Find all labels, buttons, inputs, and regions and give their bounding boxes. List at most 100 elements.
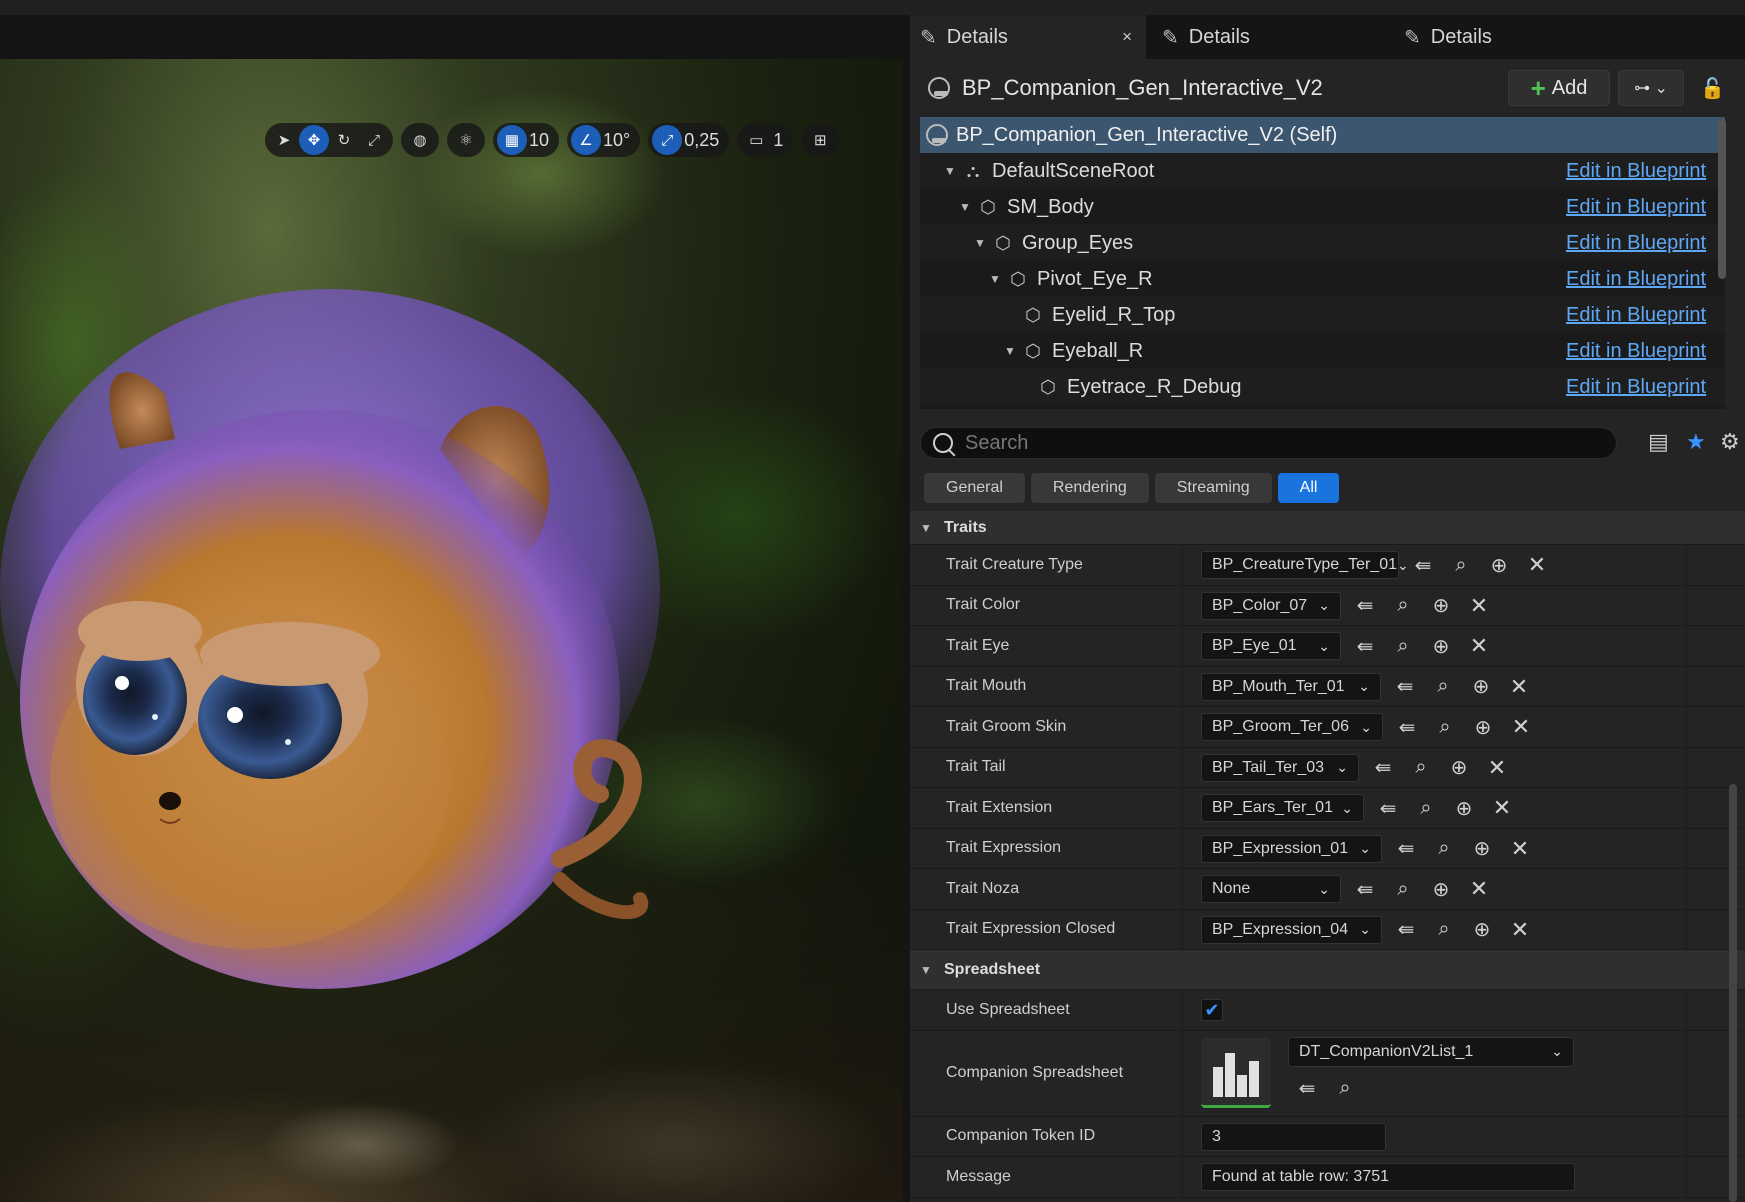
clear-x-icon[interactable]: ✕: [1518, 552, 1556, 578]
clear-x-icon[interactable]: ✕: [1501, 917, 1539, 943]
scale-snap-value[interactable]: 0,25: [682, 130, 725, 151]
translate-icon[interactable]: ✥: [299, 125, 329, 155]
rotation-snap-value[interactable]: 10°: [601, 130, 636, 151]
close-icon[interactable]: ×: [1122, 27, 1132, 47]
browse-asset-icon[interactable]: ⌕: [1384, 594, 1422, 617]
browse-asset-icon[interactable]: ⌕: [1384, 878, 1422, 901]
use-selected-arrow-icon[interactable]: ⇚: [1288, 1076, 1326, 1101]
hierarchy-options-button[interactable]: ⊶ ⌄: [1618, 70, 1684, 106]
browse-asset-icon[interactable]: ⌕: [1384, 635, 1422, 658]
filter-rendering[interactable]: Rendering: [1030, 473, 1149, 503]
scale-snap-icon[interactable]: ⤢: [652, 125, 683, 155]
tab-details-1[interactable]: ✎ Details ×: [910, 15, 1146, 59]
world-globe-icon[interactable]: ◍: [405, 125, 435, 155]
add-circle-icon[interactable]: ⊕: [1463, 917, 1501, 942]
clear-x-icon[interactable]: ✕: [1460, 633, 1498, 659]
edit-in-blueprint-link[interactable]: Edit in Blueprint: [1566, 232, 1706, 255]
browse-asset-icon[interactable]: ⌕: [1402, 756, 1440, 779]
filter-streaming[interactable]: Streaming: [1154, 473, 1272, 503]
expand-triangle-icon[interactable]: ▼: [989, 272, 1003, 286]
camera-speed-value[interactable]: 1: [771, 130, 789, 151]
browse-asset-icon[interactable]: ⌕: [1424, 675, 1462, 698]
asset-combo[interactable]: BP_Expression_04 ⌄: [1201, 915, 1382, 944]
expand-triangle-icon[interactable]: ▼: [974, 236, 988, 250]
expand-triangle-icon[interactable]: ▼: [944, 164, 958, 178]
grid-snap-group[interactable]: ▦ 10: [493, 123, 560, 157]
browse-asset-icon[interactable]: ⌕: [1425, 918, 1463, 941]
add-circle-icon[interactable]: ⊕: [1463, 836, 1501, 861]
collapse-triangle-icon[interactable]: ▼: [920, 521, 934, 535]
browse-asset-icon[interactable]: ⌕: [1326, 1077, 1364, 1100]
asset-combo[interactable]: BP_CreatureType_Ter_01 ⌄: [1201, 551, 1409, 579]
asset-combo[interactable]: BP_Expression_01 ⌄: [1201, 834, 1382, 863]
table-view-icon[interactable]: ▤: [1648, 429, 1669, 455]
filter-general[interactable]: General: [924, 473, 1025, 503]
use-selected-arrow-icon[interactable]: ⇚: [1387, 836, 1425, 861]
edit-in-blueprint-link[interactable]: Edit in Blueprint: [1566, 268, 1706, 291]
asset-combo[interactable]: BP_Mouth_Ter_01 ⌄: [1201, 672, 1381, 701]
expand-triangle-icon[interactable]: ▼: [959, 200, 973, 214]
add-circle-icon[interactable]: ⊕: [1422, 593, 1460, 618]
camera-icon[interactable]: ▭: [741, 125, 771, 155]
token-id-input[interactable]: 3: [1201, 1122, 1386, 1151]
add-circle-icon[interactable]: ⊕: [1480, 553, 1518, 578]
asset-combo[interactable]: BP_Groom_Ter_06 ⌄: [1201, 713, 1383, 741]
properties-scrollbar[interactable]: [1729, 784, 1737, 1202]
use-selected-arrow-icon[interactable]: ⇚: [1386, 674, 1424, 699]
browse-asset-icon[interactable]: ⌕: [1442, 554, 1480, 577]
tab-details-3[interactable]: ✎ Details: [1394, 15, 1630, 59]
use-selected-arrow-icon[interactable]: ⇚: [1346, 877, 1384, 902]
tree-row[interactable]: ▼ ⬡ Pivot_Eye_R Edit in Blueprint: [920, 261, 1725, 297]
add-circle-icon[interactable]: ⊕: [1445, 796, 1483, 821]
use-spreadsheet-checkbox[interactable]: ✔: [1201, 999, 1223, 1021]
angle-snap-icon[interactable]: ∠: [571, 125, 602, 155]
tree-row[interactable]: ⬡ Eyetrace_R_Debug Edit in Blueprint: [920, 369, 1725, 405]
edit-in-blueprint-link[interactable]: Edit in Blueprint: [1566, 340, 1706, 363]
tree-row-self[interactable]: BP_Companion_Gen_Interactive_V2 (Self): [920, 117, 1725, 153]
edit-in-blueprint-link[interactable]: Edit in Blueprint: [1566, 196, 1706, 219]
search-box[interactable]: [920, 427, 1617, 459]
add-circle-icon[interactable]: ⊕: [1440, 755, 1478, 780]
tree-row[interactable]: ▼ ⛬ DefaultSceneRoot Edit in Blueprint: [920, 153, 1725, 189]
asset-combo[interactable]: BP_Ears_Ter_01 ⌄: [1201, 794, 1364, 822]
expand-triangle-icon[interactable]: ▼: [1004, 344, 1018, 358]
edit-in-blueprint-link[interactable]: Edit in Blueprint: [1566, 160, 1706, 183]
use-selected-arrow-icon[interactable]: ⇚: [1346, 634, 1384, 659]
collapse-triangle-icon[interactable]: ▼: [920, 963, 934, 977]
browse-asset-icon[interactable]: ⌕: [1426, 716, 1464, 739]
use-selected-arrow-icon[interactable]: ⇚: [1346, 593, 1384, 618]
clear-x-icon[interactable]: ✕: [1500, 674, 1538, 700]
favorites-star-icon[interactable]: ★: [1686, 429, 1706, 455]
category-traits[interactable]: ▼ Traits: [910, 511, 1745, 545]
add-circle-icon[interactable]: ⊕: [1464, 715, 1502, 740]
asset-combo[interactable]: BP_Color_07 ⌄: [1201, 591, 1341, 620]
browse-asset-icon[interactable]: ⌕: [1407, 797, 1445, 820]
clear-x-icon[interactable]: ✕: [1460, 876, 1498, 902]
clear-x-icon[interactable]: ✕: [1502, 714, 1540, 740]
tree-row[interactable]: ⬡ Eyelid_R_Top Edit in Blueprint: [920, 297, 1725, 333]
tree-row[interactable]: ▼ ⬡ Group_Eyes Edit in Blueprint: [920, 225, 1725, 261]
edit-in-blueprint-link[interactable]: Edit in Blueprint: [1566, 304, 1706, 327]
gear-icon[interactable]: ⚙: [1720, 429, 1740, 455]
clear-x-icon[interactable]: ✕: [1460, 593, 1498, 619]
clear-x-icon[interactable]: ✕: [1483, 795, 1521, 821]
rotate-icon[interactable]: ↻: [329, 125, 359, 155]
add-circle-icon[interactable]: ⊕: [1422, 634, 1460, 659]
data-table-thumbnail[interactable]: [1201, 1037, 1271, 1108]
use-selected-arrow-icon[interactable]: ⇚: [1387, 917, 1425, 942]
browse-asset-icon[interactable]: ⌕: [1425, 837, 1463, 860]
tree-scrollbar[interactable]: [1718, 119, 1726, 279]
lock-icon[interactable]: 🔓: [1700, 76, 1725, 101]
surface-snap-icon[interactable]: ⚛: [451, 125, 481, 155]
edit-in-blueprint-link[interactable]: Edit in Blueprint: [1566, 376, 1706, 399]
scale-icon[interactable]: ⤢: [359, 125, 389, 155]
clear-x-icon[interactable]: ✕: [1501, 836, 1539, 862]
use-selected-arrow-icon[interactable]: ⇚: [1364, 755, 1402, 780]
select-cursor-icon[interactable]: ➤: [269, 125, 299, 155]
asset-combo[interactable]: None ⌄: [1201, 875, 1341, 903]
rotation-snap-group[interactable]: ∠ 10°: [567, 123, 641, 157]
viewport-layout-icon[interactable]: ⊞: [805, 125, 835, 155]
use-selected-arrow-icon[interactable]: ⇚: [1369, 796, 1407, 821]
data-table-combo[interactable]: DT_CompanionV2List_1 ⌄: [1288, 1036, 1574, 1067]
grid-snap-value[interactable]: 10: [527, 130, 555, 151]
